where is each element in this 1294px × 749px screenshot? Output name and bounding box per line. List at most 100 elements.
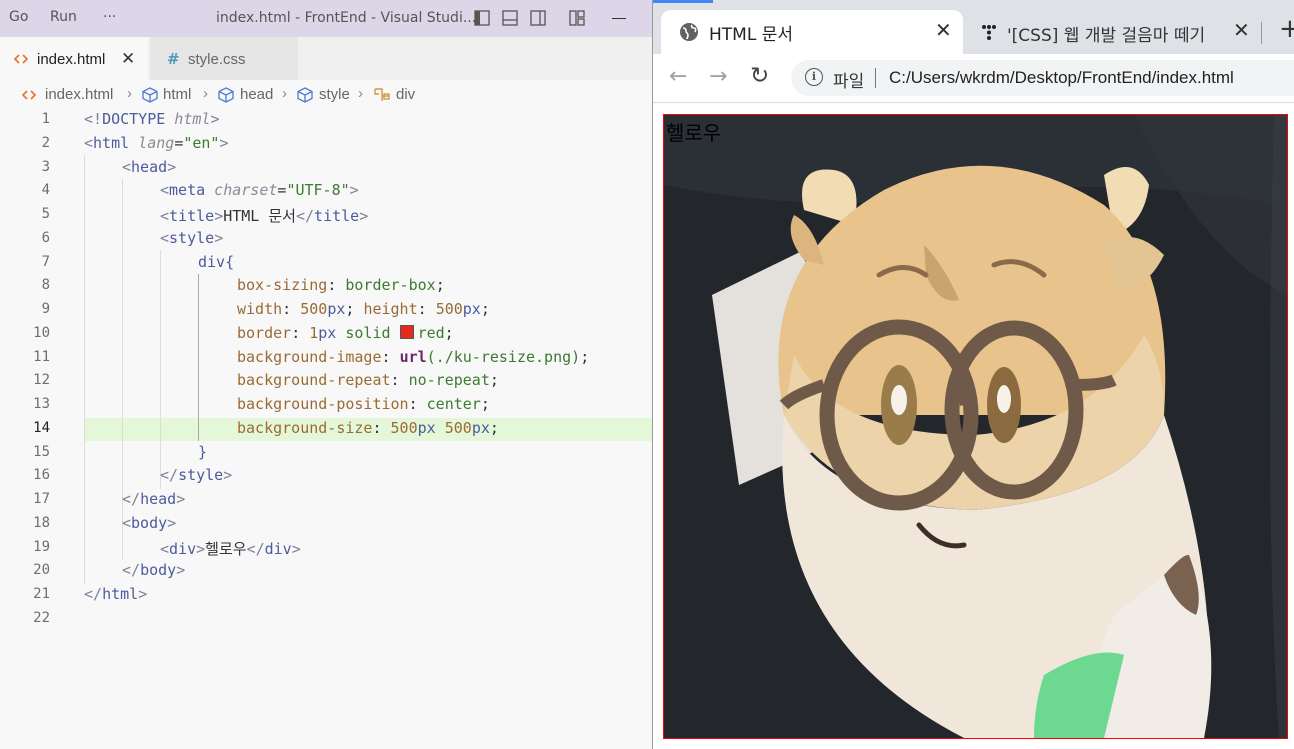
line-number: 3 <box>41 159 50 175</box>
code-line: <body> <box>122 514 177 532</box>
code-line: <head> <box>122 158 177 176</box>
back-arrow-icon[interactable]: ← <box>669 64 687 89</box>
vscode-window: Go Run ··· index.html - FrontEnd - Visua… <box>0 0 652 749</box>
editor-tabs: index.html ✕ # style.css <box>0 37 652 80</box>
reload-icon[interactable]: ↻ <box>750 63 769 89</box>
line-number: 19 <box>33 539 50 555</box>
line-number: 12 <box>33 372 50 388</box>
browser-toolbar: ← → ↻ i 파일 C:/Users/wkrdm/Desktop/FrontE… <box>653 54 1294 103</box>
menu-run[interactable]: Run <box>50 9 77 25</box>
html-file-icon <box>22 90 36 100</box>
tab-style-css[interactable]: # style.css <box>150 37 298 80</box>
line-number: 11 <box>33 349 50 365</box>
code-line: box-sizing: border-box; <box>237 276 445 294</box>
code-line: <meta charset="UTF-8"> <box>160 181 359 199</box>
line-number: 21 <box>33 586 50 602</box>
line-number: 16 <box>33 467 50 483</box>
breadcrumb-item-head[interactable]: head <box>240 86 273 103</box>
line-number: 1 <box>41 111 50 127</box>
code-line: </body> <box>122 561 186 579</box>
browser-tabstrip: HTML 문서 ✕ '[CSS] 웹 개발 걸음마 떼기 ✕ + <box>653 0 1294 54</box>
line-number: 6 <box>41 230 50 246</box>
browser-tab-inactive[interactable]: '[CSS] 웹 개발 걸음마 떼기 ✕ <box>971 10 1257 54</box>
plush-toy-image <box>664 115 1287 738</box>
div-text: 헬로우 <box>666 121 722 145</box>
html-file-icon <box>14 54 28 64</box>
close-icon[interactable]: ✕ <box>121 49 135 69</box>
indent-guide-active <box>198 274 199 441</box>
browser-window: HTML 문서 ✕ '[CSS] 웹 개발 걸음마 떼기 ✕ + ← → ↻ i… <box>652 0 1294 749</box>
code-line: width: 500px; height: 500px; <box>237 300 490 318</box>
breadcrumb-item-file[interactable]: index.html <box>45 86 113 103</box>
chevron-right-icon: › <box>358 85 363 102</box>
line-number: 2 <box>41 135 50 151</box>
toggle-panel-icon[interactable] <box>502 10 518 26</box>
browser-tab-title: HTML 문서 <box>709 25 793 45</box>
menu-go[interactable]: Go <box>9 9 28 25</box>
chevron-right-icon: › <box>127 85 132 102</box>
line-number: 10 <box>33 325 50 341</box>
chevron-right-icon: › <box>282 85 287 102</box>
indent-guide <box>84 155 85 584</box>
line-number: 9 <box>41 301 50 317</box>
toggle-primary-sidebar-icon[interactable] <box>474 10 490 26</box>
indent-guide <box>160 250 161 489</box>
code-line: } <box>198 443 208 461</box>
line-number: 18 <box>33 515 50 531</box>
code-line: </html> <box>84 585 148 603</box>
toggle-secondary-sidebar-icon[interactable] <box>530 10 546 26</box>
code-line: </style> <box>160 466 233 484</box>
tab-label: style.css <box>188 51 246 68</box>
address-scheme-label: 파일 <box>833 72 865 92</box>
breadcrumb-item-html[interactable]: html <box>163 86 191 103</box>
line-number: 5 <box>41 206 50 222</box>
tab-loading-accent <box>653 0 713 3</box>
breadcrumb: index.html › html › head › style › div <box>0 84 652 106</box>
line-number: 13 <box>33 396 50 412</box>
code-line: <title>HTML 문서</title> <box>160 207 369 225</box>
element-cube-icon <box>297 87 313 103</box>
code-line: background-image: url(./ku-resize.png); <box>237 348 590 366</box>
css-selector-icon <box>374 88 390 101</box>
info-icon[interactable]: i <box>805 68 823 86</box>
vscode-titlebar: Go Run ··· index.html - FrontEnd - Visua… <box>0 0 652 37</box>
indent-guide <box>122 536 123 560</box>
chevron-right-icon: › <box>203 85 208 102</box>
code-line: <div>헬로우</div> <box>160 540 301 558</box>
tistory-icon <box>982 25 996 40</box>
address-url[interactable]: C:/Users/wkrdm/Desktop/FrontEnd/index.ht… <box>889 68 1234 88</box>
address-bar[interactable]: i 파일 C:/Users/wkrdm/Desktop/FrontEnd/ind… <box>791 60 1294 96</box>
code-line: border: 1px solid red; <box>237 324 454 342</box>
code-line: background-position: center; <box>237 395 490 413</box>
line-number: 15 <box>33 444 50 460</box>
color-swatch[interactable] <box>399 325 414 339</box>
browser-tab-active[interactable]: HTML 문서 ✕ <box>661 10 963 54</box>
tab-index-html[interactable]: index.html ✕ <box>0 37 148 80</box>
customize-layout-icon[interactable] <box>569 10 585 26</box>
indent-guide <box>122 179 123 536</box>
globe-icon <box>680 23 698 41</box>
minimize-icon[interactable] <box>612 18 626 19</box>
close-icon[interactable]: ✕ <box>1233 18 1250 42</box>
line-number: 4 <box>41 182 50 198</box>
breadcrumb-item-style[interactable]: style <box>319 86 350 103</box>
menu-more[interactable]: ··· <box>103 9 116 25</box>
line-number-active: 14 <box>33 420 50 436</box>
code-line: <!DOCTYPE html> <box>84 110 220 128</box>
new-tab-button[interactable]: + <box>1279 14 1294 44</box>
code-line-active: background-size: 500px 500px; <box>237 419 499 437</box>
close-icon[interactable]: ✕ <box>935 18 952 42</box>
forward-arrow-icon[interactable]: → <box>709 64 727 89</box>
element-cube-icon <box>218 87 234 103</box>
code-line: <html lang="en"> <box>84 134 229 152</box>
breadcrumb-item-div[interactable]: div <box>396 86 415 103</box>
code-editor[interactable]: 1 2 3 4 5 6 7 8 9 10 11 12 13 14 15 16 1… <box>0 108 652 628</box>
line-number: 7 <box>41 254 50 270</box>
code-line: div{ <box>198 253 235 271</box>
code-line: background-repeat: no-repeat; <box>237 371 499 389</box>
css-file-icon: # <box>167 50 180 68</box>
line-number: 22 <box>33 610 50 626</box>
window-title: index.html - FrontEnd - Visual Studi... <box>216 10 477 26</box>
tab-label: index.html <box>37 51 106 68</box>
code-line: <style> <box>160 229 224 247</box>
